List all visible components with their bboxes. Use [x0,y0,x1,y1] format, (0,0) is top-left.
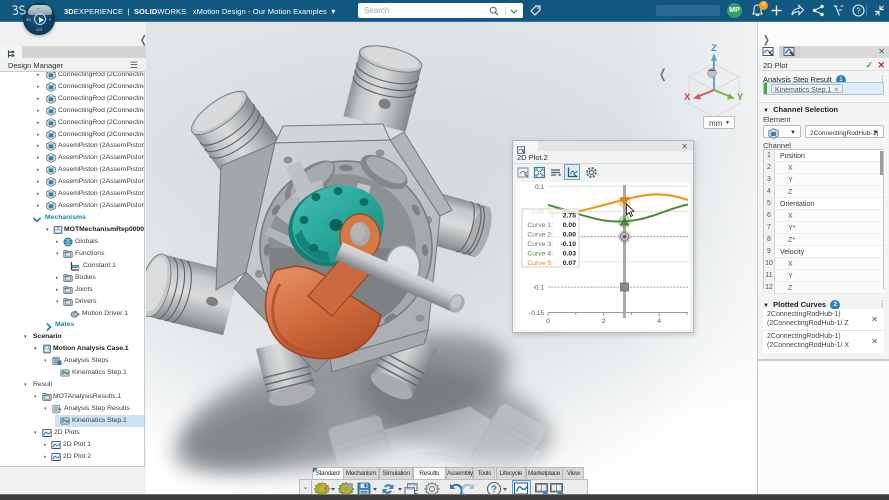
svg-text:0.07: 0.07 [563,260,576,267]
svg-text:Z: Z [711,43,717,54]
svg-text::: : [551,213,553,220]
svg-text:0: 0 [546,318,550,325]
svg-text:Curve 1:: Curve 1: [527,222,553,229]
svg-text:Curve 4:: Curve 4: [527,251,553,258]
svg-text:2: 2 [602,318,606,325]
svg-text:X: X [684,92,691,103]
svg-text:4: 4 [657,318,661,325]
svg-text:2.75: 2.75 [563,213,576,220]
svg-text:Curve 3:: Curve 3: [527,241,553,248]
svg-text:0.00: 0.00 [563,222,576,229]
svg-text:0.03: 0.03 [563,251,576,258]
svg-text:Y: Y [737,92,744,103]
svg-text:?: ? [856,7,861,16]
svg-text:0.00: 0.00 [563,232,576,239]
svg-text:Curve 2:: Curve 2: [527,232,553,239]
svg-text:0.1: 0.1 [535,184,544,191]
svg-text:-0.15: -0.15 [529,310,544,317]
svg-text:Curve 5:: Curve 5: [527,260,553,267]
svg-text:-0.1: -0.1 [533,285,545,292]
svg-text:-0.10: -0.10 [561,241,577,248]
